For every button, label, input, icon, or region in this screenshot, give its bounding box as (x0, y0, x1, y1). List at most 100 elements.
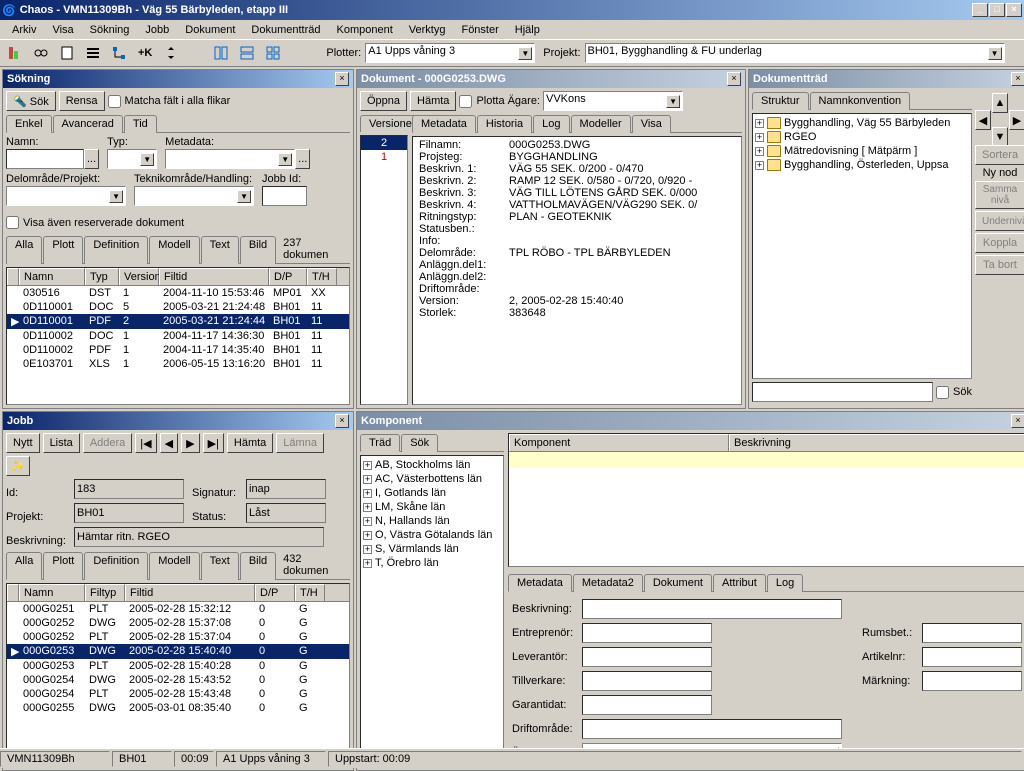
table-row[interactable]: 0D110002DOC12004-11-17 14:36:30BH0111 (7, 329, 349, 343)
binoculars-icon[interactable] (30, 42, 52, 64)
tab-bild[interactable]: Bild (240, 236, 276, 264)
tab-plott[interactable]: Plott (43, 236, 83, 264)
rensa-button[interactable]: Rensa (59, 91, 105, 111)
tab-attribut[interactable]: Attribut (713, 574, 766, 592)
table-row[interactable]: ▶0D110001PDF22005-03-21 21:24:44BH0111 (7, 314, 349, 329)
table-row[interactable]: 000G0252PLT2005-02-28 15:37:040G (7, 630, 349, 644)
tab-bild[interactable]: Bild (240, 552, 276, 580)
tab-definition[interactable]: Definition (84, 236, 148, 264)
wand-icon[interactable]: ✨ (6, 456, 30, 476)
menu-dokument[interactable]: Dokument (177, 22, 243, 38)
koppla-button[interactable]: Koppla (975, 233, 1024, 253)
tab-metadata[interactable]: Metadata (508, 574, 572, 592)
sok-button[interactable]: 🔦 Sök (6, 91, 56, 111)
layout3-icon[interactable] (262, 42, 284, 64)
typ-select[interactable] (107, 149, 157, 169)
tab-trad[interactable]: Träd (360, 434, 400, 452)
tab-tid[interactable]: Tid (124, 115, 157, 133)
matcha-check[interactable]: Matcha fält i alla flikar (108, 95, 231, 108)
tab-alla[interactable]: Alla (6, 552, 42, 580)
tree-item[interactable]: +Bygghandling, Österleden, Uppsa (755, 158, 969, 172)
table-row[interactable]: 030516DST12004-11-10 15:53:46MP01XX (7, 286, 349, 300)
arrows-icon[interactable] (160, 42, 182, 64)
nytt-button[interactable]: Nytt (6, 433, 40, 453)
jobb-grid[interactable]: NamnFiltypFiltidD/PT/H 000G0251PLT2005-0… (6, 583, 350, 767)
table-row[interactable]: 000G0251PLT2005-02-28 15:32:120G (7, 602, 349, 616)
down-icon[interactable]: ▼ (992, 127, 1008, 147)
plus-k-icon[interactable]: +K (134, 42, 156, 64)
list-icon[interactable] (82, 42, 104, 64)
tab-struktur[interactable]: Struktur (752, 92, 809, 110)
komp-grid[interactable]: KomponentBeskrivning (508, 433, 1024, 567)
tab-alla[interactable]: Alla (6, 236, 42, 264)
layout2-icon[interactable] (236, 42, 258, 64)
metadata-select[interactable] (165, 149, 295, 169)
lista-button[interactable]: Lista (43, 433, 80, 453)
doc-tree[interactable]: +Bygghandling, Väg 55 Bärbyleden+RGEO+Mä… (752, 113, 972, 379)
table-row[interactable]: 000G0255DWG2005-03-01 08:35:400G (7, 701, 349, 715)
menu-verktyg[interactable]: Verktyg (401, 22, 454, 38)
document-icon[interactable] (56, 42, 78, 64)
tree-item[interactable]: +RGEO (755, 130, 969, 144)
oppna-button[interactable]: Öppna (360, 91, 407, 111)
tab-modeller[interactable]: Modeller (571, 115, 631, 133)
tabort-button[interactable]: Ta bort (975, 255, 1024, 275)
tab-text[interactable]: Text (201, 552, 239, 580)
delomrade-select[interactable] (6, 186, 126, 206)
menu-arkiv[interactable]: Arkiv (4, 22, 44, 38)
tab-metadata2[interactable]: Metadata2 (573, 574, 643, 592)
tab-plott[interactable]: Plott (43, 552, 83, 580)
tree-item[interactable]: +AC, Västerbottens län (363, 472, 501, 486)
trad-sok-check[interactable]: Sök (936, 386, 972, 399)
tree-item[interactable]: +O, Västra Götalands län (363, 528, 501, 542)
agare-select[interactable]: VVKons (543, 91, 683, 111)
hamta-button[interactable]: Hämta (410, 91, 456, 111)
lamna-button[interactable]: Lämna (276, 433, 324, 453)
close-icon[interactable]: × (727, 72, 741, 86)
tab-historia[interactable]: Historia (477, 115, 532, 133)
addera-button[interactable]: Addera (83, 433, 132, 453)
table-row[interactable]: 0D110001DOC52005-03-21 21:24:48BH0111 (7, 300, 349, 314)
table-row[interactable]: 000G0252DWG2005-02-28 15:37:080G (7, 616, 349, 630)
maximize-button[interactable]: □ (989, 3, 1005, 17)
close-button[interactable]: × (1006, 3, 1022, 17)
table-row[interactable]: 0E103701XLS12006-05-15 13:16:20BH0111 (7, 357, 349, 371)
tab-visa[interactable]: Visa (632, 115, 671, 133)
next-icon[interactable]: ▶ (181, 433, 199, 453)
jobid-input[interactable] (262, 186, 307, 206)
close-icon[interactable]: × (335, 72, 349, 86)
tree-item[interactable]: +LM, Skåne län (363, 500, 501, 514)
tab-log[interactable]: Log (533, 115, 569, 133)
tree-item[interactable]: +AB, Stockholms län (363, 458, 501, 472)
menu-dokumentträd[interactable]: Dokumentträd (243, 22, 328, 38)
layout1-icon[interactable] (210, 42, 232, 64)
tree-item[interactable]: +I, Gotlands län (363, 486, 501, 500)
plotta-check[interactable]: Plotta (459, 95, 504, 108)
tab-metadata[interactable]: Metadata (412, 115, 476, 133)
first-icon[interactable]: |◀ (135, 433, 156, 453)
menu-hjälp[interactable]: Hjälp (507, 22, 548, 38)
tree-item[interactable]: +S, Värmlands län (363, 542, 501, 556)
menu-visa[interactable]: Visa (44, 22, 81, 38)
close-icon[interactable]: × (1011, 414, 1024, 428)
table-row[interactable]: 0D110002PDF12004-11-17 14:35:40BH0111 (7, 343, 349, 357)
prev-icon[interactable]: ◀ (160, 433, 178, 453)
menu-fönster[interactable]: Fönster (453, 22, 506, 38)
sok-grid[interactable]: NamnTypVersionFiltidD/PT/H 030516DST1200… (6, 267, 350, 405)
table-row[interactable]: 000G0253PLT2005-02-28 15:40:280G (7, 659, 349, 673)
menu-komponent[interactable]: Komponent (329, 22, 401, 38)
plotter-select[interactable]: A1 Upps våning 3 (365, 43, 535, 63)
komp-tree[interactable]: +AB, Stockholms län+AC, Västerbottens lä… (360, 455, 504, 767)
minimize-button[interactable]: _ (972, 3, 988, 17)
tree-item[interactable]: +N, Hallands län (363, 514, 501, 528)
tree-icon[interactable] (108, 42, 130, 64)
tree-item[interactable]: +Mätredovisning [ Mätpärm ] (755, 144, 969, 158)
close-icon[interactable]: × (1011, 72, 1024, 86)
tab-sok[interactable]: Sök (401, 434, 438, 452)
tab-text[interactable]: Text (201, 236, 239, 264)
last-icon[interactable]: ▶| (203, 433, 224, 453)
tab-namnkonv[interactable]: Namnkonvention (810, 92, 911, 110)
namn-more[interactable]: ... (84, 149, 99, 169)
tab-modell[interactable]: Modell (149, 552, 199, 580)
table-row[interactable]: ▶000G0253DWG2005-02-28 15:40:400G (7, 644, 349, 659)
